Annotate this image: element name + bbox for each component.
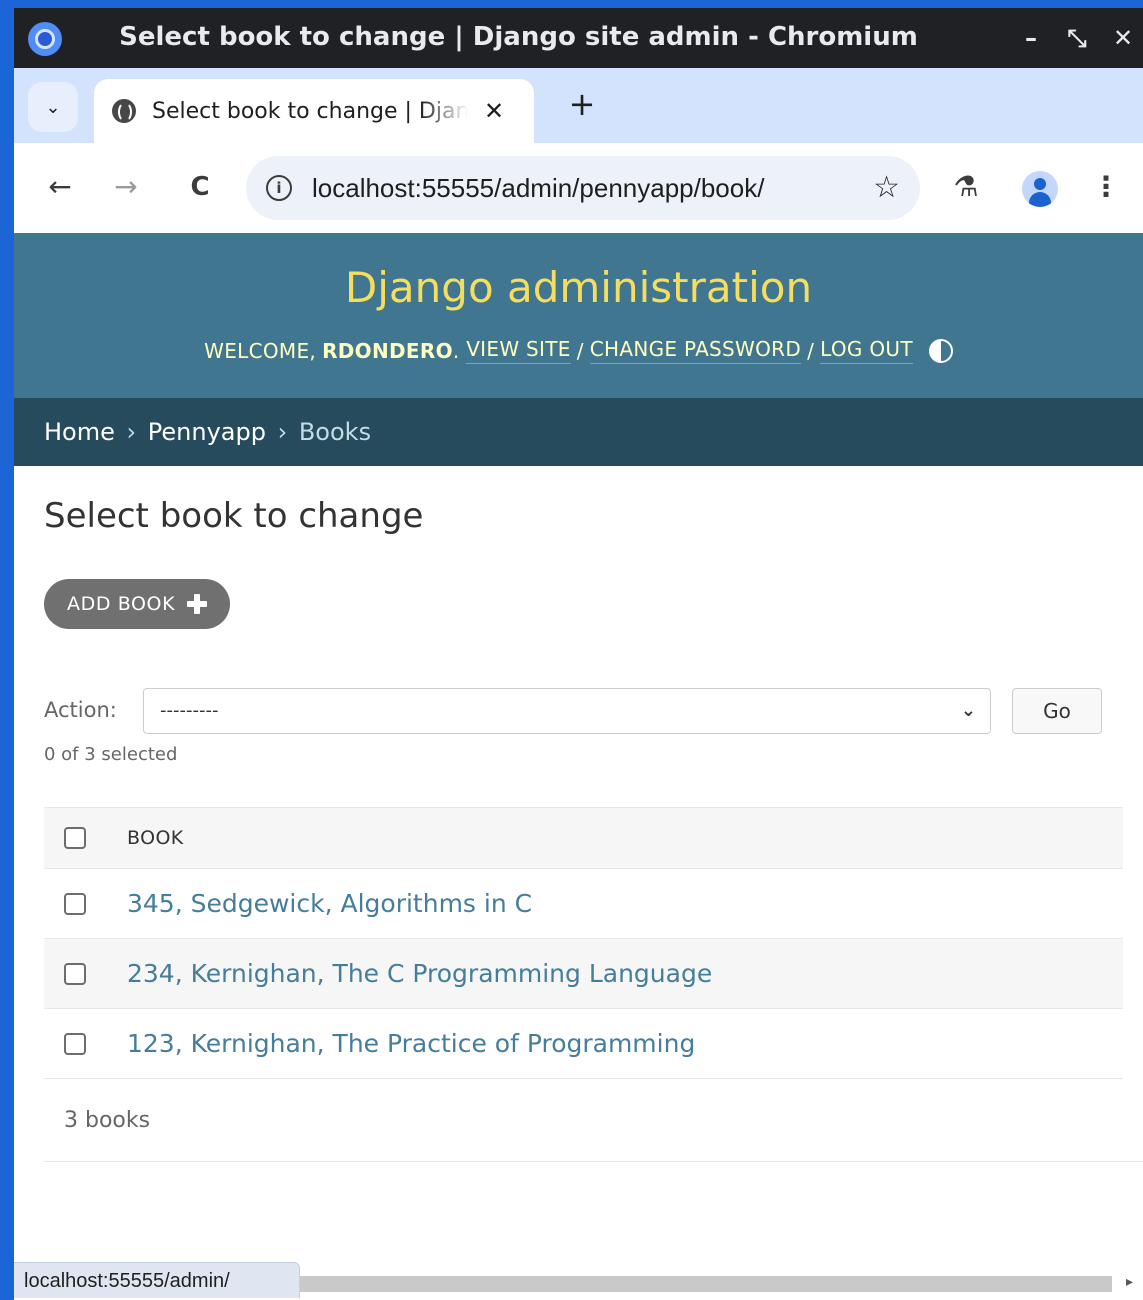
row-checkbox[interactable] <box>64 962 86 985</box>
table-row: 123, Kernighan, The Practice of Programm… <box>44 1009 1123 1079</box>
go-button[interactable]: Go <box>1012 688 1102 734</box>
window-title: Select book to change | Django site admi… <box>119 22 918 52</box>
username: RDONDERO <box>322 338 453 363</box>
table-row: 345, Sedgewick, Algorithms in C <box>44 869 1123 939</box>
log-out-link[interactable]: LOG OUT <box>820 337 913 364</box>
welcome-text: WELCOME, <box>204 338 317 363</box>
globe-icon <box>112 99 136 123</box>
result-list: BOOK 345, Sedgewick, Algorithms in C 234… <box>44 807 1123 1079</box>
table-header: BOOK <box>44 807 1123 869</box>
view-site-link[interactable]: VIEW SITE <box>466 337 571 364</box>
separator: / <box>807 338 815 363</box>
breadcrumb-home[interactable]: Home <box>44 418 115 446</box>
site-branding[interactable]: Django administration <box>14 263 1143 312</box>
selection-counter: 0 of 3 selected <box>44 744 178 765</box>
minimize-icon[interactable]: – <box>1019 24 1043 52</box>
breadcrumb-current: Books <box>298 418 372 446</box>
user-tools: WELCOME, RDONDERO. VIEW SITE / CHANGE PA… <box>14 337 1143 364</box>
active-tab[interactable]: Select book to change | Django site admi… <box>94 79 534 143</box>
browser-toolbar: ← → C i localhost:55555/admin/pennyapp/b… <box>14 143 1143 233</box>
close-icon[interactable]: ✕ <box>1111 24 1135 52</box>
new-tab-button[interactable]: + <box>562 84 602 124</box>
chevron-down-icon: ⌄ <box>960 700 976 721</box>
status-bubble: localhost:55555/admin/ <box>14 1262 300 1298</box>
back-icon[interactable]: ← <box>40 167 80 207</box>
book-link[interactable]: 345, Sedgewick, Algorithms in C <box>127 889 532 918</box>
labs-flask-icon[interactable]: ⚗ <box>944 165 988 209</box>
theme-toggle-icon[interactable] <box>928 338 953 363</box>
action-select[interactable]: --------- ⌄ <box>143 688 991 734</box>
chevron-down-icon: ⌄ <box>45 96 61 118</box>
window-controls: – ⤡ ✕ <box>1019 8 1135 68</box>
bookmark-star-icon[interactable]: ☆ <box>873 170 900 206</box>
url-text[interactable]: localhost:55555/admin/pennyapp/book/ <box>312 173 764 204</box>
add-book-label: ADD BOOK <box>67 593 176 615</box>
table-row: 234, Kernighan, The C Programming Langua… <box>44 939 1123 1009</box>
plus-icon <box>187 594 208 614</box>
more-menu-icon[interactable]: ⋮ <box>1084 165 1128 209</box>
tab-search-button[interactable]: ⌄ <box>28 82 78 132</box>
tab-close-icon[interactable]: ✕ <box>484 97 504 125</box>
tab-title: Select book to change | Django site admi… <box>152 98 468 124</box>
maximize-icon[interactable]: ⤡ <box>1065 24 1089 52</box>
column-header-book[interactable]: BOOK <box>127 827 184 849</box>
horizontal-scrollbar[interactable] <box>300 1276 1112 1292</box>
add-book-button[interactable]: ADD BOOK <box>44 579 230 629</box>
profile-avatar-icon[interactable] <box>1022 171 1058 207</box>
breadcrumb-separator: › <box>126 418 137 446</box>
forward-icon[interactable]: → <box>106 167 146 207</box>
page-title: Select book to change <box>44 496 424 536</box>
window-titlebar: Select book to change | Django site admi… <box>14 8 1143 68</box>
site-info-icon[interactable]: i <box>266 175 292 201</box>
select-all-checkbox[interactable] <box>64 827 86 849</box>
breadcrumb: Home › Pennyapp › Books <box>14 398 1143 466</box>
tab-strip: ⌄ Select book to change | Django site ad… <box>14 68 1143 143</box>
action-label: Action: <box>44 698 117 722</box>
book-link[interactable]: 234, Kernighan, The C Programming Langua… <box>127 959 712 988</box>
breadcrumb-separator: › <box>277 418 288 446</box>
separator: / <box>576 338 584 363</box>
paginator: 3 books <box>44 1081 1143 1162</box>
change-password-link[interactable]: CHANGE PASSWORD <box>589 337 802 364</box>
row-checkbox[interactable] <box>64 1032 86 1055</box>
django-header: Django administration WELCOME, RDONDERO.… <box>14 233 1143 398</box>
action-selected-value: --------- <box>160 700 219 721</box>
book-link[interactable]: 123, Kernighan, The Practice of Programm… <box>127 1029 695 1058</box>
row-checkbox[interactable] <box>64 892 86 915</box>
scroll-right-icon[interactable]: ▸ <box>1126 1274 1133 1290</box>
reload-icon[interactable]: C <box>180 167 220 207</box>
address-bar[interactable]: i localhost:55555/admin/pennyapp/book/ ☆ <box>246 156 920 220</box>
main-content: Select book to change ADD BOOK Action: -… <box>14 466 1143 1260</box>
breadcrumb-app[interactable]: Pennyapp <box>148 418 266 446</box>
